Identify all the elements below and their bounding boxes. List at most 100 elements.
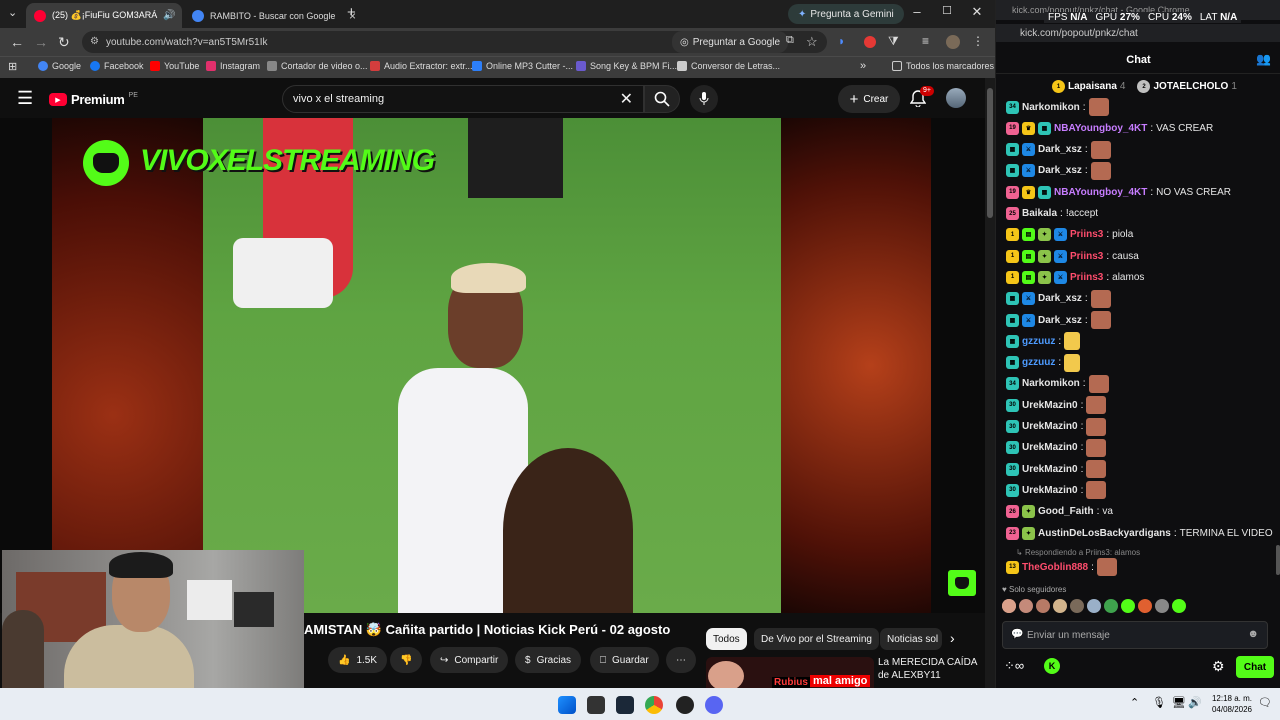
- reload-icon[interactable]: ↻: [58, 34, 70, 51]
- youtube-logo[interactable]: ▶ Premium PE: [49, 92, 138, 107]
- install-app-icon[interactable]: ⧉: [786, 34, 794, 47]
- recommended-thumbnail[interactable]: Rubius mal amigo: [706, 657, 874, 688]
- quick-emote[interactable]: [1053, 599, 1067, 613]
- apps-grid-icon[interactable]: ⊞: [8, 60, 17, 73]
- gemini-button[interactable]: ✦ Pregunta a Gemini: [788, 4, 904, 24]
- chat-message-reply[interactable]: 13 TheGoblin888 :: [1006, 557, 1117, 577]
- chat-message[interactable]: 30 UrekMazin0:: [1006, 438, 1107, 458]
- extension-record-icon[interactable]: [864, 36, 876, 48]
- chat-users-icon[interactable]: 👥: [1256, 52, 1271, 66]
- channel-watermark-icon[interactable]: [948, 570, 976, 596]
- chat-username[interactable]: Dark_xsz: [1038, 293, 1082, 304]
- chat-username[interactable]: Priins3: [1070, 229, 1103, 240]
- thanks-button[interactable]: $ Gracias: [515, 647, 582, 673]
- quick-emote[interactable]: [1155, 599, 1169, 613]
- chat-username[interactable]: UrekMazin0: [1022, 400, 1078, 411]
- quick-emote[interactable]: [1138, 599, 1152, 613]
- chat-message[interactable]: ▦ ⚔ Dark_xsz:: [1006, 310, 1111, 330]
- bookmark-song-key[interactable]: Song Key & BPM Fi...: [576, 61, 677, 71]
- chat-message[interactable]: ▦ ⚔ Dark_xsz:: [1006, 289, 1111, 309]
- chat-username[interactable]: Good_Faith: [1038, 506, 1094, 517]
- extension-bluetooth-icon[interactable]: ◗: [838, 34, 845, 48]
- forward-icon[interactable]: →: [34, 34, 48, 50]
- chat-message[interactable]: 19 ♛ ▦ NBAYoungboy_4KT: VAS CREAR: [1006, 118, 1213, 138]
- recommended-title[interactable]: La MERECIDA CAÍDA de ALEXBY11: [878, 656, 982, 682]
- notifications-button[interactable]: 9+: [910, 86, 934, 107]
- windows-start-icon[interactable]: [558, 696, 576, 714]
- chat-scrollbar[interactable]: [1276, 545, 1280, 575]
- send-chat-button[interactable]: Chat: [1236, 656, 1274, 678]
- video-player[interactable]: VIVOXELSTREAMING: [0, 118, 985, 613]
- chat-username[interactable]: UrekMazin0: [1022, 464, 1078, 475]
- chips-next-icon[interactable]: ›: [950, 630, 955, 646]
- chat-username[interactable]: Priins3: [1070, 251, 1103, 262]
- media-controls-icon[interactable]: ≡: [922, 34, 929, 48]
- all-bookmarks-folder[interactable]: Todos los marcadores: [892, 61, 994, 71]
- chip-de-vivo[interactable]: De Vivo por el Streaming: [754, 628, 879, 650]
- quick-emote[interactable]: [1121, 599, 1135, 613]
- chip-all[interactable]: Todos: [706, 628, 747, 650]
- quick-emote[interactable]: [1104, 599, 1118, 613]
- chat-username[interactable]: Dark_xsz: [1038, 144, 1082, 155]
- notification-center-icon[interactable]: 🗨: [1258, 696, 1272, 709]
- page-scrollbar[interactable]: [985, 78, 995, 688]
- new-tab-icon[interactable]: +: [347, 4, 356, 21]
- chat-message[interactable]: 1 ▤ ✦ ⚔ Priins3: alamos: [1006, 267, 1144, 287]
- quick-emote[interactable]: [1070, 599, 1084, 613]
- more-actions-button[interactable]: ⋯: [666, 647, 696, 673]
- task-view-icon[interactable]: [587, 696, 605, 714]
- network-icon[interactable]: 🖥: [1172, 696, 1186, 709]
- clock[interactable]: 12:18 a. m. 04/08/2026: [1206, 693, 1252, 715]
- chat-message[interactable]: 1 ▤ ✦ ⚔ Priins3: causa: [1006, 246, 1139, 266]
- search-button[interactable]: [644, 85, 680, 113]
- gifter-2[interactable]: 2 JOTAELCHOLO 1: [1137, 80, 1237, 93]
- save-button[interactable]: ⎕ Guardar: [590, 647, 659, 673]
- bookmark-facebook[interactable]: Facebook: [90, 61, 144, 71]
- microphone-tray-icon[interactable]: 🎙: [1152, 696, 1166, 709]
- share-button[interactable]: ↪ Compartir: [430, 647, 509, 673]
- chat-settings-infinity-icon[interactable]: ⁘∞: [1004, 658, 1024, 674]
- search-input[interactable]: vivo x el streaming ✕: [282, 85, 644, 113]
- bookmark-cortador[interactable]: Cortador de video o...: [267, 61, 368, 71]
- chat-message[interactable]: 1 ▤ ✦ ⚔ Priins3: piola: [1006, 225, 1133, 245]
- back-icon[interactable]: ←: [10, 34, 24, 50]
- chrome-menu-icon[interactable]: ⋮: [972, 34, 984, 48]
- quick-emote[interactable]: [1036, 599, 1050, 613]
- chat-message[interactable]: 30 UrekMazin0:: [1006, 480, 1107, 500]
- obs-icon[interactable]: [676, 696, 694, 714]
- maximize-icon[interactable]: ☐: [932, 4, 962, 17]
- clear-search-icon[interactable]: ✕: [620, 89, 633, 109]
- bookmark-instagram[interactable]: Instagram: [206, 61, 260, 71]
- chat-message[interactable]: 30 UrekMazin0:: [1006, 417, 1107, 437]
- bookmark-conversor[interactable]: Conversor de Letras...: [677, 61, 780, 71]
- tab-search-chevron-icon[interactable]: ⌄: [8, 6, 17, 19]
- chat-username[interactable]: UrekMazin0: [1022, 442, 1078, 453]
- close-window-icon[interactable]: ✕: [962, 4, 992, 20]
- chat-message[interactable]: 34 Narkomikon:: [1006, 97, 1109, 117]
- settings-gear-icon[interactable]: ⚙: [1212, 658, 1225, 675]
- speaker-icon[interactable]: 🔊: [163, 10, 175, 21]
- create-button[interactable]: + Crear: [838, 85, 900, 113]
- minimize-icon[interactable]: –: [902, 4, 932, 19]
- chat-username[interactable]: AustinDeLosBackyardigans: [1038, 528, 1171, 539]
- chat-message[interactable]: 34 Narkomikon:: [1006, 374, 1109, 394]
- quick-emote[interactable]: [1019, 599, 1033, 613]
- chat-username[interactable]: TheGoblin888: [1022, 562, 1088, 573]
- chat-message[interactable]: ▦ ⚔ Dark_xsz:: [1006, 140, 1111, 160]
- chat-message[interactable]: 25 Baikala: !accept: [1006, 204, 1098, 224]
- quick-emote[interactable]: [1087, 599, 1101, 613]
- chrome-icon[interactable]: [645, 696, 663, 714]
- chat-message[interactable]: 19 ♛ ▦ NBAYoungboy_4KT: NO VAS CREAR: [1006, 182, 1231, 202]
- steam-icon[interactable]: [616, 696, 634, 714]
- profile-avatar[interactable]: [946, 35, 960, 49]
- hamburger-menu-icon[interactable]: ☰: [17, 88, 33, 109]
- site-info-icon[interactable]: ⚙: [90, 36, 99, 47]
- chat-message[interactable]: 23 ✦ AustinDeLosBackyardigans: TERMINA EL V…: [1006, 523, 1273, 543]
- chat-message[interactable]: ▦ gzzuuz:: [1006, 353, 1081, 373]
- chat-message[interactable]: 30 UrekMazin0:: [1006, 459, 1107, 479]
- chat-username[interactable]: UrekMazin0: [1022, 485, 1078, 496]
- more-bookmarks-icon[interactable]: »: [860, 60, 866, 72]
- kick-points-icon[interactable]: K: [1044, 658, 1060, 674]
- emoji-picker-icon[interactable]: ☻: [1247, 628, 1259, 640]
- tab-google[interactable]: RAMBITO - Buscar con Google ×: [184, 3, 364, 28]
